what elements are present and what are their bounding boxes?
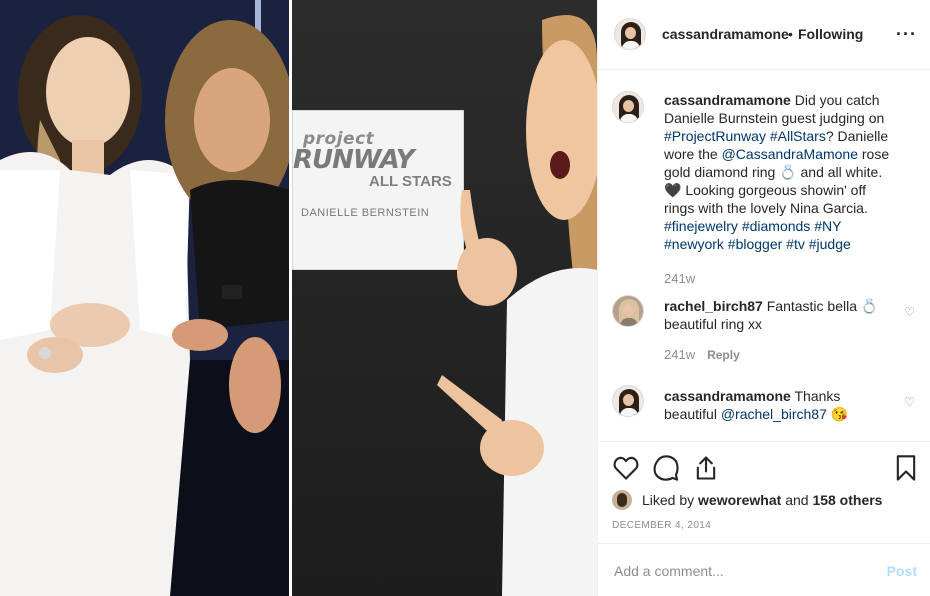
add-comment-bar: Add a comment... Post: [598, 543, 930, 596]
comment-meta: 241w Reply: [664, 347, 740, 362]
avatar[interactable]: [612, 295, 644, 327]
caption-username[interactable]: cassandramamone: [664, 92, 791, 108]
add-comment-input[interactable]: Add a comment...: [614, 563, 724, 579]
post-button[interactable]: Post: [887, 563, 917, 579]
comment-icon[interactable]: [652, 454, 680, 482]
comments-list[interactable]: cassandramamone Did you catch Danielle B…: [598, 71, 930, 441]
photo-right-illustration: [437, 15, 597, 596]
post-actions: Liked by weworewhat and 158 others DECEM…: [598, 441, 930, 543]
bookmark-icon[interactable]: [892, 454, 920, 482]
comment-like-heart-icon[interactable]: ♡: [904, 395, 915, 409]
post-date: DECEMBER 4, 2014: [612, 520, 712, 531]
comment-like-heart-icon[interactable]: ♡: [904, 305, 915, 319]
liked-by-user[interactable]: weworewhat: [698, 492, 781, 508]
mention-cassandramamone[interactable]: @CassandraMamone: [722, 146, 858, 162]
photo-right: project RUNWAY ALL STARS DANIELLE BERNST…: [292, 0, 597, 596]
liker-avatar: [612, 490, 632, 510]
share-icon[interactable]: [692, 454, 720, 482]
photo-left: [0, 0, 289, 596]
mention-rachel-birch87[interactable]: @rachel_birch87: [721, 406, 827, 422]
photo-left-illustration: [0, 0, 289, 596]
comment-time: 241w: [664, 347, 696, 362]
hashtag-projectrunway[interactable]: #ProjectRunway: [664, 128, 766, 144]
comment-emoji: 😘: [830, 406, 849, 422]
comment-username[interactable]: rachel_birch87: [664, 298, 763, 314]
avatar[interactable]: [612, 385, 644, 417]
post-side-panel: cassandramamone • Following ··· cassandr…: [597, 0, 930, 596]
follow-status[interactable]: Following: [798, 26, 863, 42]
comment-username[interactable]: cassandramamone: [664, 388, 791, 404]
post-media[interactable]: project RUNWAY ALL STARS DANIELLE BERNST…: [0, 0, 597, 596]
comment-item: cassandramamone Thanks beautiful @rachel…: [612, 385, 917, 435]
header-username[interactable]: cassandramamone: [662, 26, 789, 42]
caption-hashtags[interactable]: #finejewelry #diamonds #NY #newyork #blo…: [664, 218, 851, 252]
avatar[interactable]: [614, 18, 646, 50]
caption-time: 241w: [664, 271, 696, 286]
post-header: cassandramamone • Following ···: [598, 0, 930, 70]
heart-icon[interactable]: [612, 454, 640, 482]
comment-text: cassandramamone Thanks beautiful @rachel…: [664, 387, 896, 423]
more-options-icon[interactable]: ···: [896, 24, 917, 45]
avatar[interactable]: [612, 91, 644, 123]
liked-by-prefix: Liked by: [642, 492, 695, 508]
hashtag-allstars[interactable]: #AllStars: [770, 128, 826, 144]
caption-text: cassandramamone Did you catch Danielle B…: [664, 91, 896, 253]
liked-by-others[interactable]: 158 others: [812, 492, 882, 508]
comment-item: rachel_birch87 Fantastic bella 💍 beautif…: [612, 295, 917, 375]
reply-button[interactable]: Reply: [707, 348, 740, 362]
liked-by-and: and: [785, 492, 809, 508]
caption: cassandramamone Did you catch Danielle B…: [612, 91, 917, 291]
header-separator: •: [788, 26, 793, 42]
comment-text: rachel_birch87 Fantastic bella 💍 beautif…: [664, 297, 896, 333]
